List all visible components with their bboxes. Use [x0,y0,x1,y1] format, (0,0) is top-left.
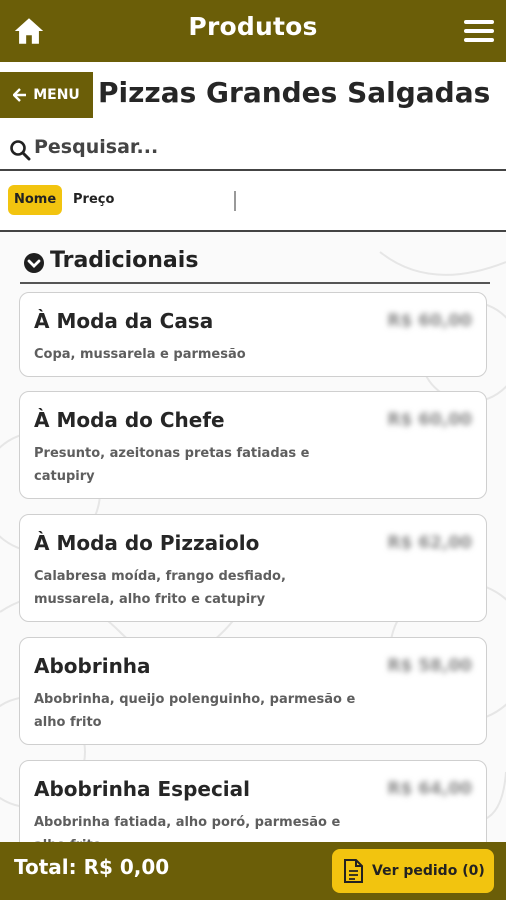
document-icon [344,859,363,883]
search-icon [10,140,31,161]
top-app-bar: Produtos [0,0,506,62]
product-description: Abobrinha fatiada, alho poró, parmesão e… [34,815,341,842]
sort-bar: Nome Preço [0,171,506,232]
sort-divider [234,191,236,211]
view-order-button[interactable]: Ver pedido (0) [332,849,494,893]
product-name: À Moda da Casa [34,309,214,333]
search-bar[interactable]: Pesquisar... [0,128,506,171]
product-price: R$ 60,00 [387,410,472,430]
view-order-label: Ver pedido (0) [372,863,485,879]
product-price: R$ 64,00 [387,779,472,799]
product-price: R$ 62,00 [387,533,472,553]
section-title: Tradicionais [50,248,199,273]
product-card[interactable]: Abobrinha Especial Abobrinha fatiada, al… [19,760,487,842]
product-price: R$ 58,00 [387,656,472,676]
product-description: Copa, mussarela e parmesão [34,347,246,362]
product-description: Abobrinha, queijo polenguinho, parmesão … [34,692,356,730]
product-description: Presunto, azeitonas pretas fatiadas e ca… [34,446,310,484]
section-header-tradicionais[interactable]: Tradicionais [20,246,490,284]
chevron-down-circle-icon [24,253,44,273]
product-card[interactable]: À Moda do Pizzaiolo Calabresa moída, fra… [19,514,487,622]
back-menu-label: MENU [33,87,80,103]
product-name: Abobrinha [34,654,151,678]
product-price: R$ 60,00 [387,311,472,331]
order-total: Total: R$ 0,00 [14,855,170,879]
product-name: À Moda do Pizzaiolo [34,531,260,555]
bottom-bar: Total: R$ 0,00 Ver pedido (0) [0,842,506,900]
product-card[interactable]: Abobrinha Abobrinha, queijo polenguinho,… [19,637,487,745]
page-title: Pizzas Grandes Salgadas [98,76,491,109]
hamburger-icon[interactable] [464,18,494,44]
back-menu-button[interactable]: MENU [0,72,93,118]
arrow-left-icon [13,88,27,102]
subheader: MENU Pizzas Grandes Salgadas [0,62,506,128]
product-description: Calabresa moída, frango desfiado, mussar… [34,569,286,607]
product-name: Abobrinha Especial [34,777,251,801]
product-list[interactable]: Tradicionais À Moda da Casa Copa, mussar… [0,232,506,842]
product-card[interactable]: À Moda do Chefe Presunto, azeitonas pret… [19,391,487,499]
product-name: À Moda do Chefe [34,408,225,432]
sort-by-name-chip[interactable]: Nome [8,185,63,215]
product-card[interactable]: À Moda da Casa Copa, mussarela e parmesã… [19,292,487,377]
sort-by-price-chip[interactable]: Preço [73,185,114,215]
search-input[interactable]: Pesquisar... [34,136,158,158]
app-title: Produtos [188,12,318,41]
